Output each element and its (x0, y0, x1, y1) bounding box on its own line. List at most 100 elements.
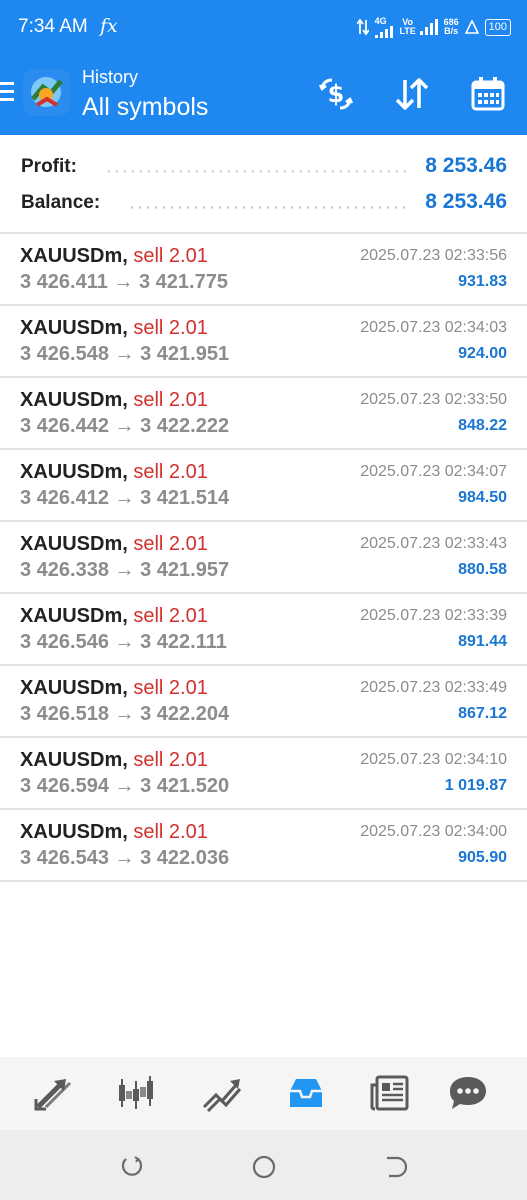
back-icon[interactable] (381, 1152, 411, 1182)
profit-label: Profit: (21, 156, 77, 177)
close-price: 3 421.520 (140, 775, 230, 797)
close-price: 3 422.036 (140, 847, 230, 869)
net-4g-label: 4G (374, 15, 387, 26)
trade-side: sell 2.01 (133, 821, 208, 843)
messages-icon[interactable] (446, 1073, 490, 1113)
status-time: 7:34 AM (18, 16, 88, 37)
close-price: 3 422.111 (140, 631, 227, 653)
menu-icon[interactable] (0, 82, 14, 104)
trade-symbol: XAUUSDm, (20, 245, 128, 267)
quotes-icon[interactable] (32, 1073, 76, 1113)
recents-icon[interactable] (117, 1152, 147, 1182)
trade-prices: 3 426.594 → 3 421.520 (20, 775, 229, 798)
calendar-icon[interactable] (470, 76, 506, 112)
trade-time: 2025.07.23 02:34:00 (360, 823, 507, 840)
trade-profit: 984.50 (458, 489, 507, 506)
trade-side: sell 2.01 (133, 749, 208, 771)
open-price: 3 426.412 (20, 487, 109, 509)
trade-symbol-line: XAUUSDm, sell 2.01 (20, 389, 208, 412)
close-price: 3 421.951 (140, 343, 230, 365)
open-price: 3 426.338 (20, 559, 109, 581)
trade-row[interactable]: XAUUSDm, sell 2.01 3 426.442 → 3 422.222… (0, 378, 527, 450)
open-price: 3 426.442 (20, 415, 109, 437)
trade-row[interactable]: XAUUSDm, sell 2.01 3 426.546 → 3 422.111… (0, 594, 527, 666)
app-header: 7:34 AM fx 4G Vo LTE 686 B/s 100 History… (0, 0, 527, 135)
history-screen: 7:34 AM fx 4G Vo LTE 686 B/s 100 History… (0, 0, 527, 1200)
trade-symbol-line: XAUUSDm, sell 2.01 (20, 749, 208, 772)
close-price: 3 422.204 (140, 703, 230, 725)
dot-leader (105, 170, 410, 173)
signal-1: 4G (374, 15, 393, 38)
trade-symbol-line: XAUUSDm, sell 2.01 (20, 245, 208, 268)
net-speed: 686 B/s (444, 18, 459, 36)
trade-symbol: XAUUSDm, (20, 389, 128, 411)
trade-symbol-line: XAUUSDm, sell 2.01 (20, 461, 208, 484)
open-price: 3 426.518 (20, 703, 109, 725)
sort-icon[interactable] (394, 76, 430, 112)
trade-symbol-line: XAUUSDm, sell 2.01 (20, 677, 208, 700)
open-price: 3 426.546 (20, 631, 109, 653)
trade-row[interactable]: XAUUSDm, sell 2.01 3 426.518 → 3 422.204… (0, 666, 527, 738)
trade-profit: 931.83 (458, 273, 507, 290)
trade-time: 2025.07.23 02:33:39 (360, 607, 507, 624)
trade-prices: 3 426.548 → 3 421.951 (20, 343, 229, 366)
dot-leader (128, 206, 410, 209)
balance-row: Balance: 8 253.46 (0, 184, 527, 220)
trade-symbol: XAUUSDm, (20, 821, 128, 843)
arrow-icon: → (114, 847, 135, 869)
trade-prices: 3 426.411 → 3 421.775 (20, 271, 228, 294)
trade-side: sell 2.01 (133, 245, 208, 267)
status-bar: 7:34 AM fx 4G Vo LTE 686 B/s 100 (0, 0, 527, 56)
net-speed-unit: B/s (444, 26, 459, 36)
trade-prices: 3 426.518 → 3 422.204 (20, 703, 229, 726)
open-price: 3 426.543 (20, 847, 109, 869)
alert-triangle-icon (464, 20, 479, 34)
close-price: 3 421.775 (139, 271, 228, 293)
balance-label: Balance: (21, 192, 101, 213)
trade-symbol: XAUUSDm, (20, 749, 128, 771)
trade-symbol-line: XAUUSDm, sell 2.01 (20, 317, 208, 340)
home-icon[interactable] (249, 1152, 279, 1182)
trade-side: sell 2.01 (133, 605, 208, 627)
trade-side: sell 2.01 (133, 677, 208, 699)
trade-row[interactable]: XAUUSDm, sell 2.01 3 426.338 → 3 421.957… (0, 522, 527, 594)
page-title[interactable]: All symbols (82, 93, 208, 122)
trade-time: 2025.07.23 02:33:49 (360, 679, 507, 696)
history-icon[interactable] (284, 1073, 328, 1113)
trade-prices: 3 426.543 → 3 422.036 (20, 847, 229, 870)
fx-icon: fx (100, 15, 118, 37)
trade-row[interactable]: XAUUSDm, sell 2.01 3 426.543 → 3 422.036… (0, 810, 527, 882)
trade-symbol-line: XAUUSDm, sell 2.01 (20, 821, 208, 844)
arrow-icon: → (114, 703, 135, 725)
trade-row[interactable]: XAUUSDm, sell 2.01 3 426.411 → 3 421.775… (0, 234, 527, 306)
system-nav (0, 1130, 527, 1200)
signal-bars-icon (419, 19, 438, 35)
trade-profit: 905.90 (458, 849, 507, 866)
trade-icon[interactable] (200, 1073, 244, 1113)
trade-profit: 867.12 (458, 705, 507, 722)
bottom-nav (0, 1057, 527, 1130)
header-subtitle: History (82, 67, 139, 87)
trade-row[interactable]: XAUUSDm, sell 2.01 3 426.412 → 3 421.514… (0, 450, 527, 522)
arrow-icon: → (114, 487, 135, 509)
trade-side: sell 2.01 (133, 317, 208, 339)
volte-label: Vo LTE (399, 17, 416, 36)
chart-icon[interactable] (114, 1073, 158, 1113)
close-price: 3 421.514 (140, 487, 230, 509)
dollar-refresh-icon[interactable]: $ (318, 76, 354, 112)
trade-symbol-line: XAUUSDm, sell 2.01 (20, 605, 208, 628)
trade-time: 2025.07.23 02:34:10 (360, 751, 507, 768)
trade-symbol: XAUUSDm, (20, 533, 128, 555)
trade-time: 2025.07.23 02:33:43 (360, 535, 507, 552)
signal-bars-icon (374, 25, 393, 38)
trade-row[interactable]: XAUUSDm, sell 2.01 3 426.548 → 3 421.951… (0, 306, 527, 378)
trade-symbol: XAUUSDm, (20, 461, 128, 483)
arrow-icon: → (114, 631, 135, 653)
trade-time: 2025.07.23 02:33:50 (360, 391, 507, 408)
trade-profit: 848.22 (458, 417, 507, 434)
trade-row[interactable]: XAUUSDm, sell 2.01 3 426.594 → 3 421.520… (0, 738, 527, 810)
news-icon[interactable] (369, 1073, 413, 1113)
trade-prices: 3 426.442 → 3 422.222 (20, 415, 229, 438)
open-price: 3 426.548 (20, 343, 109, 365)
arrow-icon: → (114, 775, 135, 797)
